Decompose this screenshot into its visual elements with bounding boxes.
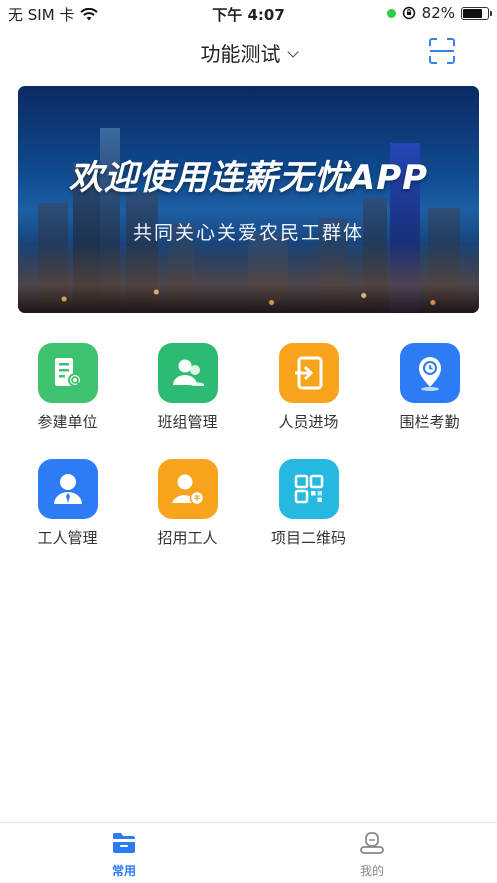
banner-subtitle: 共同关心关爱农民工群体 xyxy=(132,222,364,244)
qr-code-icon xyxy=(278,459,339,519)
banner-title: 欢迎使用连薪无忧APP xyxy=(68,158,429,198)
tab-mine[interactable]: 我的 xyxy=(312,831,432,879)
rotation-lock-icon xyxy=(402,6,415,20)
battery-icon xyxy=(461,6,492,20)
status-bar: 无 SIM 卡 下午 4:07 82% xyxy=(0,0,497,26)
function-label: 参建单位 xyxy=(37,413,98,431)
worker-icon xyxy=(37,459,98,519)
function-item-fence-attendance[interactable]: 围栏考勤 xyxy=(369,343,490,432)
function-item-participating-units[interactable]: 参建单位 xyxy=(7,343,128,432)
function-label: 招用工人 xyxy=(157,529,218,547)
tab-label: 我的 xyxy=(359,864,384,878)
function-item-personnel-entry[interactable]: 人员进场 xyxy=(248,343,369,432)
function-label: 围栏考勤 xyxy=(399,413,460,431)
battery-percent: 82% xyxy=(421,4,455,22)
team-icon xyxy=(157,343,218,403)
function-label: 班组管理 xyxy=(157,413,218,431)
entry-door-icon xyxy=(278,343,339,403)
building-search-icon xyxy=(37,343,98,403)
chevron-down-icon xyxy=(286,46,299,58)
scan-icon[interactable] xyxy=(429,38,455,64)
status-right: 82% xyxy=(386,4,492,22)
function-label: 项目二维码 xyxy=(270,529,346,547)
tab-bar: 常用 我的 xyxy=(0,822,497,883)
battery-level xyxy=(463,8,483,18)
function-label: 人员进场 xyxy=(278,413,339,431)
tab-label: 常用 xyxy=(111,864,136,878)
page-title: 功能测试 xyxy=(200,42,281,66)
camera-in-use-dot-icon xyxy=(386,8,396,18)
user-icon xyxy=(360,832,384,854)
recruit-worker-icon xyxy=(157,459,218,519)
function-item-recruit-workers[interactable]: 招用工人 xyxy=(127,459,248,548)
title-selector[interactable]: 功能测试 xyxy=(0,38,497,67)
tab-common[interactable]: 常用 xyxy=(64,831,184,879)
promo-banner[interactable]: 欢迎使用连薪无忧APP 共同关心关爱农民工群体 xyxy=(18,86,479,313)
location-pin-icon xyxy=(399,343,460,403)
function-item-worker-management[interactable]: 工人管理 xyxy=(7,459,128,548)
function-label: 工人管理 xyxy=(37,529,98,547)
nav-header: 功能测试 xyxy=(0,34,497,70)
folder-icon xyxy=(113,833,135,853)
city-lights xyxy=(18,243,479,313)
function-item-project-qr-code[interactable]: 项目二维码 xyxy=(248,459,369,548)
function-item-team-management[interactable]: 班组管理 xyxy=(127,343,248,432)
